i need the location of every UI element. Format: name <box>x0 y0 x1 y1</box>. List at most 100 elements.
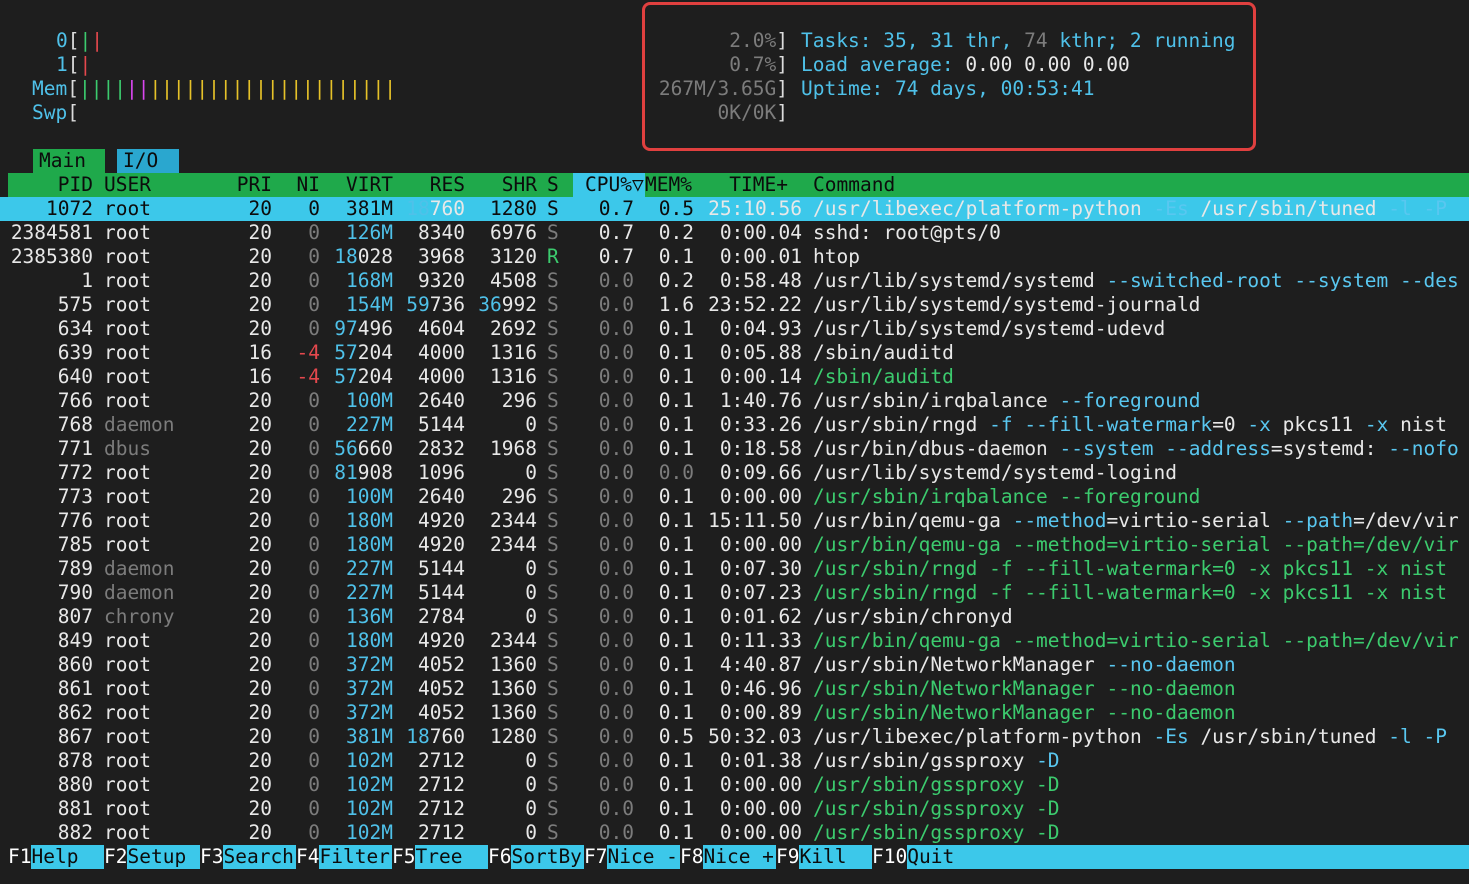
cell-shr: 1316 <box>490 341 537 364</box>
cell-res: 8340 <box>418 221 465 244</box>
process-row[interactable]: 867 root 20 0 381M 18760 1280 S 0.0 0.5 50:32.03/u… <box>0 725 1469 749</box>
cell-s: S <box>547 509 559 532</box>
cell-s: R <box>547 245 559 268</box>
fkey-f5[interactable]: F5Tree <box>392 845 488 869</box>
cell-s: S <box>547 365 559 388</box>
cell-user: root <box>104 533 151 556</box>
cell-mem: 0.1 <box>658 749 694 772</box>
cell-res: 2712 <box>418 773 465 796</box>
cell-ni: 0 <box>308 773 320 796</box>
tab-io[interactable]: I/O <box>117 149 179 173</box>
fkey-f3[interactable]: F3Search <box>200 845 296 869</box>
process-row[interactable]: 860 root 20 0 372M 4052 1360 S 0.0 0.1 4:40.87/usr… <box>0 653 1469 677</box>
fkey-number: F3 <box>200 845 224 868</box>
process-row[interactable]: 862 root 20 0 372M 4052 1360 S 0.0 0.1 0:00.89/usr… <box>0 701 1469 725</box>
cell-time: 0:01.38 <box>719 749 802 772</box>
process-row[interactable]: 789 daemon 20 0 227M 5144 0 S 0.0 0.1 0:07.30/usr/… <box>0 557 1469 581</box>
cell-pri: 20 <box>248 677 272 700</box>
col-pri[interactable]: PRI <box>204 173 272 197</box>
cell-pri: 20 <box>248 389 272 412</box>
process-row[interactable]: 881 root 20 0 102M 2712 0 S 0.0 0.1 0:00.00/usr/sb… <box>0 797 1469 821</box>
cell-time: 0:07.30 <box>719 557 802 580</box>
fkey-f9[interactable]: F9Kill <box>776 845 872 869</box>
col-res[interactable]: RES <box>393 173 465 197</box>
col-user[interactable]: USER <box>104 173 184 197</box>
cell-command: /usr/sbin/gssproxy -D <box>813 749 1060 772</box>
cell-shr: 2344 <box>490 533 537 556</box>
cell-res: 4920 <box>418 533 465 556</box>
cell-shr: 0 <box>525 749 537 772</box>
fkey-f10[interactable]: F10Quit <box>872 845 968 869</box>
cell-user: root <box>104 653 151 676</box>
process-row[interactable]: 878 root 20 0 102M 2712 0 S 0.0 0.1 0:01.38/usr/sb… <box>0 749 1469 773</box>
fkey-f8[interactable]: F8Nice + <box>680 845 776 869</box>
fkey-f2[interactable]: F2Setup <box>104 845 200 869</box>
cell-mem: 0.1 <box>658 533 694 556</box>
cell-mem: 0.1 <box>658 701 694 724</box>
process-row[interactable]: 776 root 20 0 180M 4920 2344 S 0.0 0.1 15:11.50/us… <box>0 509 1469 533</box>
process-row[interactable]: 575 root 20 0 154M 59736 36992 S 0.0 1.6 23:52.22 /… <box>0 293 1469 317</box>
cell-virt: 18028 <box>334 245 393 268</box>
process-row[interactable]: 768 daemon 20 0 227M 5144 0 S 0.0 0.1 0:33.26/usr/… <box>0 413 1469 437</box>
process-row[interactable]: 861 root 20 0 372M 4052 1360 S 0.0 0.1 0:46.96/usr… <box>0 677 1469 701</box>
cell-pid: 575 <box>57 293 93 316</box>
process-row[interactable]: 785 root 20 0 180M 4920 2344 S 0.0 0.1 0:00.00/usr… <box>0 533 1469 557</box>
process-row[interactable]: 1 root 20 0 168M 9320 4508 S 0.0 0.2 0:58.48/usr/l… <box>0 269 1469 293</box>
process-row[interactable]: 880 root 20 0 102M 2712 0 S 0.0 0.1 0:00.00/usr/sb… <box>0 773 1469 797</box>
cell-pri: 20 <box>248 245 272 268</box>
cell-command: /usr/sbin/gssproxy -D <box>813 797 1060 820</box>
process-row[interactable]: 2385380 root 20 0 18028 3968 3120 R 0.7 0.1 0:00.0… <box>0 245 1469 269</box>
process-row[interactable]: 882 root 20 0 102M 2712 0 S 0.0 0.1 0:00.00/usr/sb… <box>0 821 1469 845</box>
cell-ni: 0 <box>308 437 320 460</box>
cell-cpu: 0.0 <box>598 749 634 772</box>
col-shr[interactable]: SHR <box>465 173 537 197</box>
cell-pri: 20 <box>248 221 272 244</box>
process-row[interactable]: 807 chrony 20 0 136M 2784 0 S 0.0 0.1 0:01.62/usr/… <box>0 605 1469 629</box>
cell-virt: 100M <box>346 485 393 508</box>
col-state[interactable]: S <box>547 173 567 197</box>
cell-pid: 790 <box>57 581 93 604</box>
process-row[interactable]: 766 root 20 0 100M 2640 296 S 0.0 0.1 1:40.76/usr/… <box>0 389 1469 413</box>
process-row[interactable]: 634 root 20 0 97496 4604 2692 S 0.0 0.1 0:04.93/us… <box>0 317 1469 341</box>
cell-ni: 0 <box>308 413 320 436</box>
cell-cpu: 0.0 <box>598 677 634 700</box>
cell-s: S <box>547 317 559 340</box>
fkey-number: F6 <box>488 845 512 868</box>
cell-mem: 0.1 <box>658 341 694 364</box>
process-row[interactable]: 772 root 20 0 81908 1096 0 S 0.0 0.0 0:09.66/usr/l… <box>0 461 1469 485</box>
fkey-f1[interactable]: F1Help <box>8 845 104 869</box>
cell-user: root <box>104 245 151 268</box>
fkey-f6[interactable]: F6SortBy <box>488 845 584 869</box>
process-row[interactable]: 849 root 20 0 180M 4920 2344 S 0.0 0.1 0:11.33/usr… <box>0 629 1469 653</box>
col-ni[interactable]: NI <box>278 173 320 197</box>
cell-user: root <box>104 797 151 820</box>
cell-cpu: 0.0 <box>598 389 634 412</box>
process-row[interactable]: 639 root 16 -4 57204 4000 1316 S 0.0 0.1 0:05.88/s… <box>0 341 1469 365</box>
cell-shr: 6976 <box>490 221 537 244</box>
fkey-f7[interactable]: F7Nice - <box>584 845 680 869</box>
process-row[interactable]: 773 root 20 0 100M 2640 296 S 0.0 0.1 0:00.00/usr/… <box>0 485 1469 509</box>
process-row-selected[interactable]: 1072 root 20 0 381M 18760 1280 S 0.7 0.5 25:10.56 /… <box>0 197 1469 221</box>
cell-shr: 1280 <box>490 197 537 220</box>
cell-mem: 0.1 <box>658 581 694 604</box>
col-time[interactable]: TIME+ <box>696 173 788 197</box>
process-row[interactable]: 640 root 16 -4 57204 4000 1316 S 0.0 0.1 0:00.14/s… <box>0 365 1469 389</box>
cell-virt: 102M <box>346 821 393 844</box>
tab-main[interactable]: Main <box>33 149 105 173</box>
cell-pri: 20 <box>248 773 272 796</box>
cell-command: /usr/bin/qemu-ga --method=virtio-serial … <box>813 509 1459 532</box>
col-pid[interactable]: PID <box>8 173 93 197</box>
cell-mem: 0.1 <box>658 797 694 820</box>
col-command[interactable]: Command <box>813 173 1013 197</box>
cpu1-label: 1 <box>56 53 68 76</box>
cell-res: 2640 <box>418 389 465 412</box>
process-row[interactable]: 2384581 root 20 0 126M 8340 6976 S 0.7 0.2 0:00.04… <box>0 221 1469 245</box>
process-row[interactable]: 790 daemon 20 0 227M 5144 0 S 0.0 0.1 0:07.23/usr/… <box>0 581 1469 605</box>
fkey-f4[interactable]: F4Filter <box>296 845 392 869</box>
process-row[interactable]: 771 dbus 20 0 56660 2832 1968 S 0.0 0.1 0:18.58/us… <box>0 437 1469 461</box>
cell-command: /usr/bin/qemu-ga --method=virtio-serial … <box>813 533 1459 556</box>
cell-mem: 0.1 <box>658 557 694 580</box>
col-virt[interactable]: VIRT <box>322 173 393 197</box>
cell-pid: 1072 <box>46 197 93 220</box>
cell-pri: 20 <box>248 629 272 652</box>
